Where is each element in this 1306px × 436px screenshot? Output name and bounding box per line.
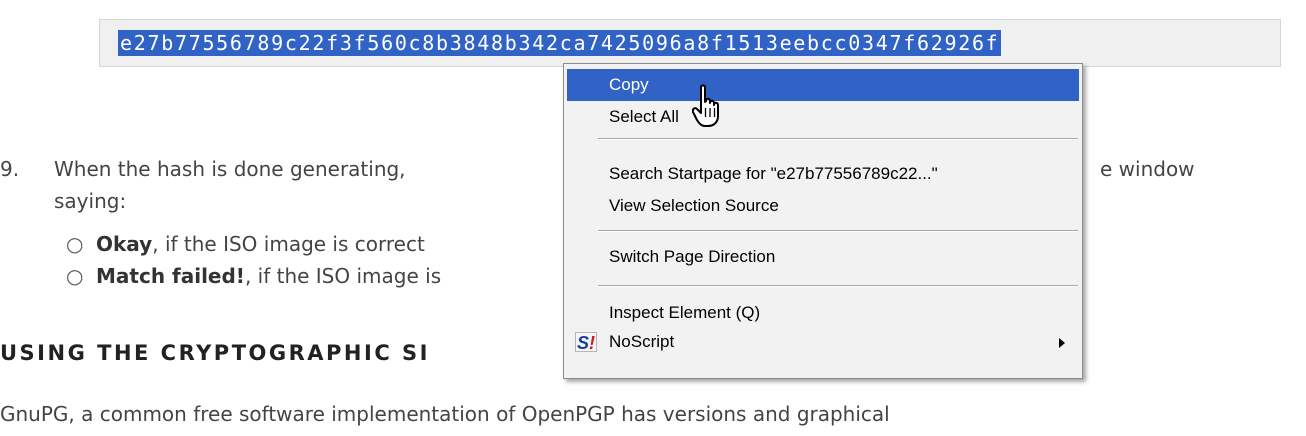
menu-separator: [598, 138, 1078, 140]
list-item: ○ Match failed!, if the ISO image is: [66, 262, 441, 290]
submenu-arrow-icon: [1059, 338, 1065, 348]
context-menu: Copy Select All Search Startpage for "e2…: [563, 63, 1083, 379]
bullet-text: , if the ISO image is: [244, 264, 442, 288]
menu-separator: [598, 230, 1078, 232]
menu-item-label: NoScript: [609, 332, 675, 351]
menu-separator: [598, 285, 1078, 287]
body-paragraph: GnuPG, a common free software implementa…: [0, 402, 890, 426]
menu-item-search-startpage[interactable]: Search Startpage for "e27b77556789c22...…: [567, 158, 1079, 190]
menu-item-view-selection-source[interactable]: View Selection Source: [567, 190, 1079, 222]
noscript-icon: S!: [575, 332, 597, 353]
menu-item-select-all[interactable]: Select All: [567, 101, 1079, 133]
step-number: 9.: [0, 157, 20, 181]
section-heading: USING THE CRYPTOGRAPHIC SI: [0, 341, 430, 365]
menu-item-switch-page-direction[interactable]: Switch Page Direction: [567, 241, 1079, 273]
hand-pointer-icon: [692, 84, 719, 127]
step-9-text-right: e window: [1100, 157, 1195, 181]
menu-item-copy[interactable]: Copy: [567, 69, 1079, 101]
bullet-icon: ○: [66, 232, 84, 256]
bullet-bold-text: Okay: [96, 232, 153, 256]
bullet-bold-text: Match failed!: [96, 264, 245, 288]
menu-item-label: Search Startpage for "e27b77556789c22...…: [609, 164, 938, 183]
step-9-line-2: saying:: [54, 189, 127, 213]
hash-code-box: e27b77556789c22f3f560c8b3848b342ca742509…: [99, 19, 1281, 67]
menu-item-label: Inspect Element (Q): [609, 303, 761, 322]
selected-hash-text[interactable]: e27b77556789c22f3f560c8b3848b342ca742509…: [118, 30, 1002, 56]
list-item: ○ Okay, if the ISO image is correct: [66, 230, 425, 258]
step-9-line-1: 9. When the hash is done generating,: [0, 155, 406, 183]
menu-item-label: Copy: [609, 75, 649, 94]
menu-item-noscript[interactable]: S! NoScript: [567, 326, 1079, 358]
menu-item-label: Switch Page Direction: [609, 247, 776, 266]
bullet-text: , if the ISO image is correct: [152, 232, 425, 256]
bullet-icon: ○: [66, 264, 84, 288]
menu-item-inspect-element[interactable]: Inspect Element (Q): [567, 297, 1079, 329]
menu-item-label: View Selection Source: [609, 196, 779, 215]
menu-item-label: Select All: [609, 107, 679, 126]
step-9-text-left: When the hash is done generating,: [54, 157, 406, 181]
